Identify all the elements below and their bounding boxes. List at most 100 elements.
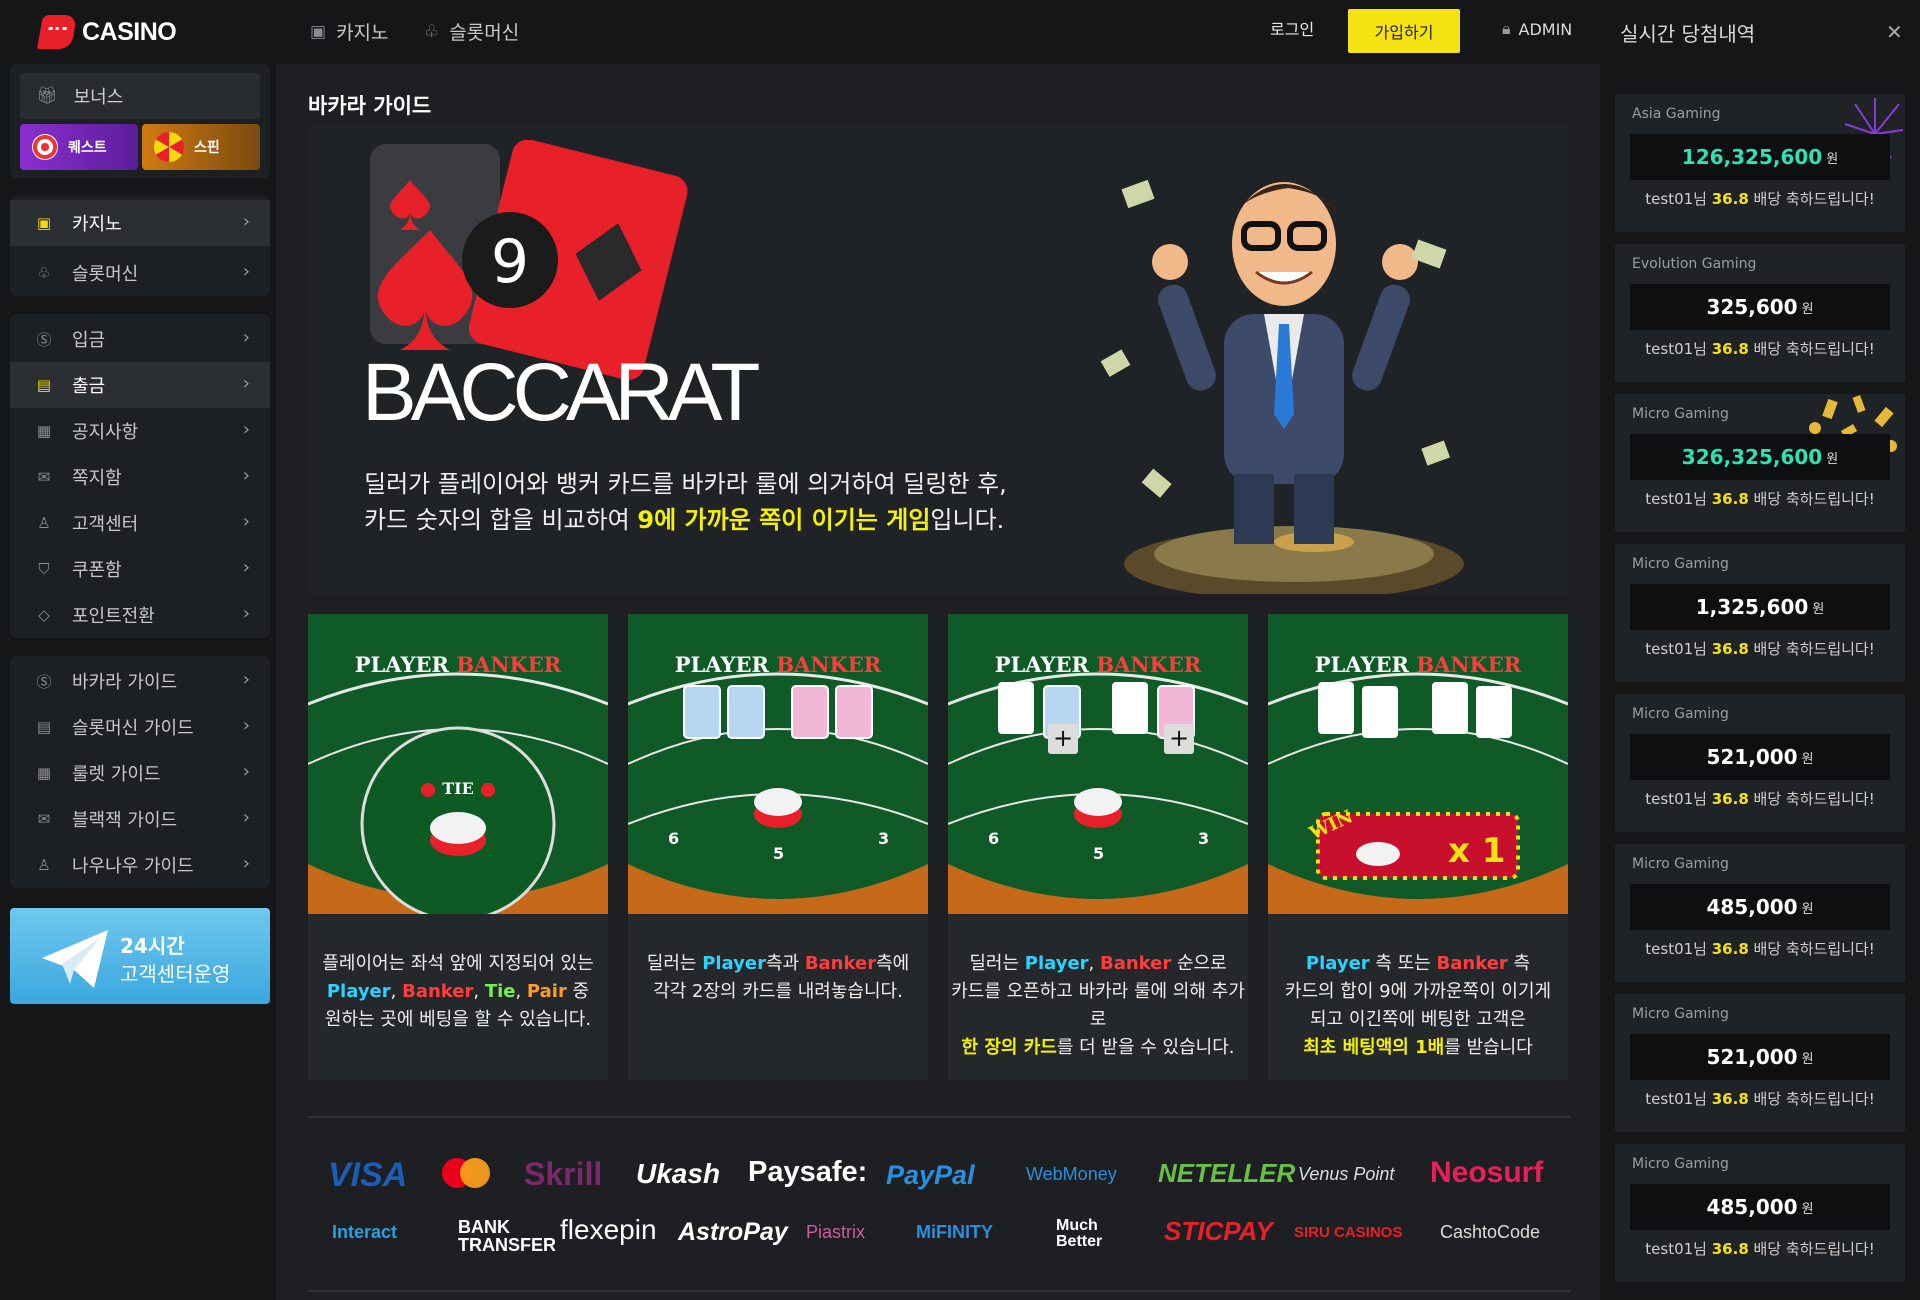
sidebar-item-casino[interactable]: ▣ 카지노 ›: [10, 200, 270, 246]
win-message: test01님 36.8 배당 축하드립니다!: [1615, 488, 1905, 509]
chevron-right-icon: ›: [242, 557, 250, 578]
payment-logo-cashtocode: CashtoCode: [1440, 1222, 1541, 1242]
support-line1: 24시간: [120, 934, 185, 958]
chevron-right-icon: ›: [242, 211, 250, 232]
hero-banner: 9 BACCARAT 딜러가 플레이어와 뱅커 카드를 바카라 룰에 의거하여 …: [308, 124, 1568, 594]
payment-logo-paypal: PayPal: [886, 1160, 975, 1190]
amount-value: 126,325,600: [1681, 145, 1823, 169]
sidebar-item-deposit[interactable]: Ⓢ 입금 ›: [10, 316, 270, 362]
provider-name: Asia Gaming: [1632, 106, 1721, 122]
payment-logo-webmoney: WebMoney: [1026, 1164, 1117, 1184]
sidebar-item-slot[interactable]: ♧ 슬롯머신 ›: [10, 250, 270, 296]
currency: 원: [1801, 1201, 1814, 1217]
support-banner[interactable]: 24시간 고객센터운영: [10, 908, 270, 1004]
join-button[interactable]: 가입하기: [1348, 9, 1460, 53]
guide-step-card: PLAYER BANKER 6 5 3 딜러는 Player측과 Banker측…: [628, 614, 928, 1080]
number-label: 6: [668, 829, 679, 848]
number-label: 3: [878, 829, 889, 848]
sidebar-item-support[interactable]: ♙ 고객센터 ›: [10, 500, 270, 546]
quest-button[interactable]: 퀘스트: [20, 124, 138, 170]
slot-icon: ♧: [424, 21, 440, 42]
message-text: 배당 축하드립니다!: [1753, 190, 1875, 208]
win-amount: 126,325,600 원: [1630, 134, 1890, 180]
hero-line1: 딜러가 플레이어와 뱅커 카드를 바카라 룰에 의거하여 딜링한 후,: [364, 470, 1007, 498]
sidebar-item-roulette-guide[interactable]: ▦ 룰렛 가이드 ›: [10, 750, 270, 796]
message-text: 배당 축하드립니다!: [1753, 1240, 1875, 1258]
admin-button[interactable]: 🔒︎ ADMIN: [1502, 19, 1572, 39]
win-amount: 325,600 원: [1630, 284, 1890, 330]
top-nav-label: 카지노: [336, 22, 389, 44]
currency: 원: [1801, 1051, 1814, 1067]
caption-line: 딜러는 Player, Banker 순으로: [948, 950, 1248, 978]
target-icon: [32, 134, 58, 160]
slot-icon: ♧: [37, 264, 51, 282]
close-icon[interactable]: ✕: [1886, 20, 1903, 44]
step-caption: 딜러는 Player측과 Banker측에 각각 2장의 카드를 내려놓습니다.: [628, 950, 928, 1006]
caption-end: 측: [1507, 953, 1531, 974]
sidebar-item-points[interactable]: ◇ 포인트전환 ›: [10, 592, 270, 638]
guide-step-card: PLAYER BANKER WIN x 1 Player 측 또는 Banker…: [1268, 614, 1568, 1080]
top-nav-slot[interactable]: ♧ 슬롯머신: [424, 18, 519, 45]
caption-line: 원하는 곳에 베팅을 할 수 있습니다.: [324, 1009, 592, 1030]
username: test01님: [1645, 340, 1707, 358]
live-wins-panel: 실시간 당첨내역 ✕ Asia Gaming 126,325,600 원 test…: [1600, 0, 1920, 1300]
card-number: 9: [491, 227, 529, 297]
left-sidebar: CASINO 🎁︎ 보너스 퀘스트 스핀 ▣ 카지노 › ♧ 슬롯머신 › Ⓢ …: [0, 0, 276, 1300]
sidebar-item-blackjack-guide[interactable]: ✉ 블랙잭 가이드 ›: [10, 796, 270, 842]
guide-step-card: PLAYER BANKER + + 6 5 3 딜러는 Player, Bank…: [948, 614, 1248, 1080]
quest-label: 퀘스트: [68, 140, 107, 156]
win-item: Micro Gaming 326,325,600 원 test01님 36.8 배…: [1615, 394, 1905, 532]
caption-mid: 측 또는: [1369, 953, 1437, 974]
caption-end: 를 받습니다: [1444, 1037, 1533, 1058]
chevron-right-icon: ›: [242, 465, 250, 486]
spin-label: 스핀: [194, 140, 220, 156]
banker-label: BANKER: [456, 652, 561, 677]
caption-start: 딜러는: [969, 953, 1025, 974]
sidebar-item-nownow-guide[interactable]: ♙ 나우나우 가이드 ›: [10, 842, 270, 888]
currency: 원: [1812, 601, 1825, 617]
sidebar-item-coupons[interactable]: ⛉ 쿠폰함 ›: [10, 546, 270, 592]
message-text: 배당 축하드립니다!: [1753, 490, 1875, 508]
sidebar-item-notice[interactable]: ▦ 공지사항 ›: [10, 408, 270, 454]
sidebar-item-baccarat-guide[interactable]: Ⓢ 바카라 가이드 ›: [10, 658, 270, 704]
pair-text: Pair: [526, 981, 567, 1002]
payment-logo-paysafe: Paysafe:: [748, 1156, 868, 1188]
sidebar-item-slot-guide[interactable]: ▤ 슬롯머신 가이드 ›: [10, 704, 270, 750]
player-text: Player: [702, 953, 766, 974]
sidebar-item-label: 포인트전환: [72, 606, 155, 627]
login-button[interactable]: 로그인: [1270, 16, 1314, 40]
banker-text: Banker: [1436, 953, 1508, 974]
chevron-right-icon: ›: [242, 261, 250, 282]
divider: [308, 1290, 1570, 1292]
amount-value: 326,325,600: [1681, 445, 1823, 469]
player-text: Player: [1305, 953, 1370, 974]
username: test01님: [1645, 1090, 1707, 1108]
username: test01님: [1645, 190, 1707, 208]
payment-logo-interact: Interact: [332, 1222, 398, 1242]
sidebar-item-messages[interactable]: ✉ 쪽지함 ›: [10, 454, 270, 500]
win-message: test01님 36.8 배당 축하드립니다!: [1615, 788, 1905, 809]
payment-logo-venuspoint: Venus Point: [1298, 1164, 1395, 1184]
caption-line: 딜러는 Player측과 Banker측에: [628, 950, 928, 978]
sidebar-item-label: 쪽지함: [72, 468, 122, 489]
chevron-right-icon: ›: [242, 761, 250, 782]
bonus-button[interactable]: 🎁︎ 보너스: [20, 73, 260, 119]
banker-text: Banker: [804, 953, 877, 974]
win-message: test01님 36.8 배당 축하드립니다!: [1615, 1088, 1905, 1109]
multiplier: 36.8: [1711, 340, 1749, 358]
message-text: 배당 축하드립니다!: [1753, 640, 1875, 658]
caption-line: 한 장의 카드를 더 받을 수 있습니다.: [948, 1034, 1248, 1062]
top-nav-casino[interactable]: ▣ 카지노: [310, 18, 389, 45]
username: test01님: [1645, 1240, 1707, 1258]
sidebar-item-withdraw[interactable]: ▤ 출금 ›: [10, 362, 270, 408]
win-message: test01님 36.8 배당 축하드립니다!: [1615, 938, 1905, 959]
cards-icon: ▣: [310, 21, 327, 42]
spin-button[interactable]: 스핀: [142, 124, 260, 170]
sep: ,: [473, 981, 485, 1002]
sidebar-item-label: 입금: [72, 330, 106, 351]
hero-line2-post: 입니다.: [930, 506, 1005, 534]
top-bar: ▣ 카지노 ♧ 슬롯머신 로그인 가입하기 🔒︎ ADMIN: [276, 0, 1600, 64]
sidebar-item-label: 출금: [72, 376, 106, 397]
logo[interactable]: CASINO: [37, 12, 177, 52]
multiplier: 36.8: [1711, 940, 1749, 958]
